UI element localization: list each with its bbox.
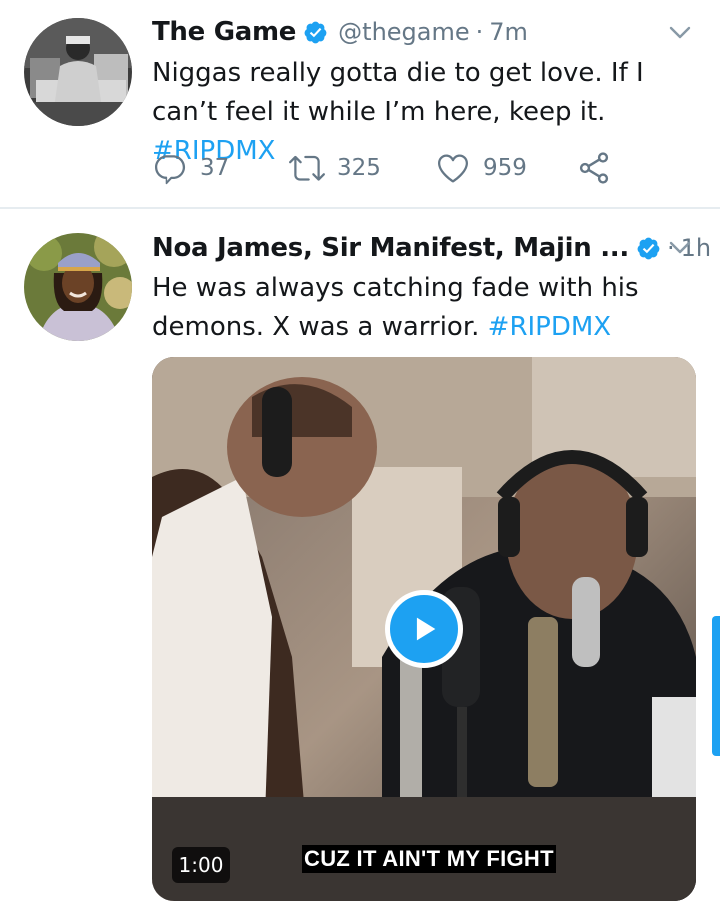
heart-icon [438, 154, 468, 183]
like-count: 959 [483, 155, 527, 181]
display-name[interactable]: Noa James, Sir Manifest, Majin ... [152, 233, 629, 263]
retweet-icon [289, 155, 325, 181]
verified-badge-icon [636, 236, 661, 261]
retweet-count: 325 [337, 155, 381, 181]
reply-count: 37 [200, 155, 230, 181]
video-player[interactable]: 1:00 CUZ IT AIN'T MY FIGHT [152, 357, 696, 901]
play-icon [416, 617, 436, 641]
scrollbar-thumb[interactable] [712, 616, 720, 756]
display-name[interactable]: The Game [152, 17, 296, 47]
reply-button[interactable]: 37 [152, 147, 289, 189]
verified-badge-icon [303, 20, 328, 45]
avatar[interactable] [24, 233, 132, 341]
video-duration: 1:00 [172, 847, 230, 883]
tweet-body: Niggas really gotta die to get love. If … [152, 58, 644, 127]
tweet-text: He was always catching fade with his dem… [152, 269, 692, 347]
chevron-down-icon[interactable] [666, 233, 694, 261]
tweet-header: The Game @thegame · 7m [152, 12, 528, 52]
chevron-down-icon[interactable] [666, 18, 694, 46]
share-icon [579, 152, 609, 184]
hashtag-link[interactable]: #RIPDMX [488, 312, 611, 342]
share-button[interactable] [576, 147, 612, 189]
separator-dot: · [475, 18, 484, 46]
like-button[interactable]: 959 [435, 147, 576, 189]
timestamp[interactable]: 7m [489, 18, 528, 46]
tweet-header: Noa James, Sir Manifest, Majin ... · 1h [152, 228, 711, 268]
play-button[interactable] [385, 590, 463, 668]
reply-icon [155, 155, 186, 185]
video-caption: CUZ IT AIN'T MY FIGHT [302, 845, 556, 873]
tweet-1[interactable]: The Game @thegame · 7m Niggas really got… [0, 0, 720, 208]
tweet-actions: 37 325 959 [152, 147, 612, 189]
handle[interactable]: @thegame [338, 18, 469, 46]
avatar[interactable] [24, 18, 132, 126]
tweet-2[interactable]: Noa James, Sir Manifest, Majin ... · 1h … [0, 209, 720, 908]
retweet-button[interactable]: 325 [289, 147, 435, 189]
